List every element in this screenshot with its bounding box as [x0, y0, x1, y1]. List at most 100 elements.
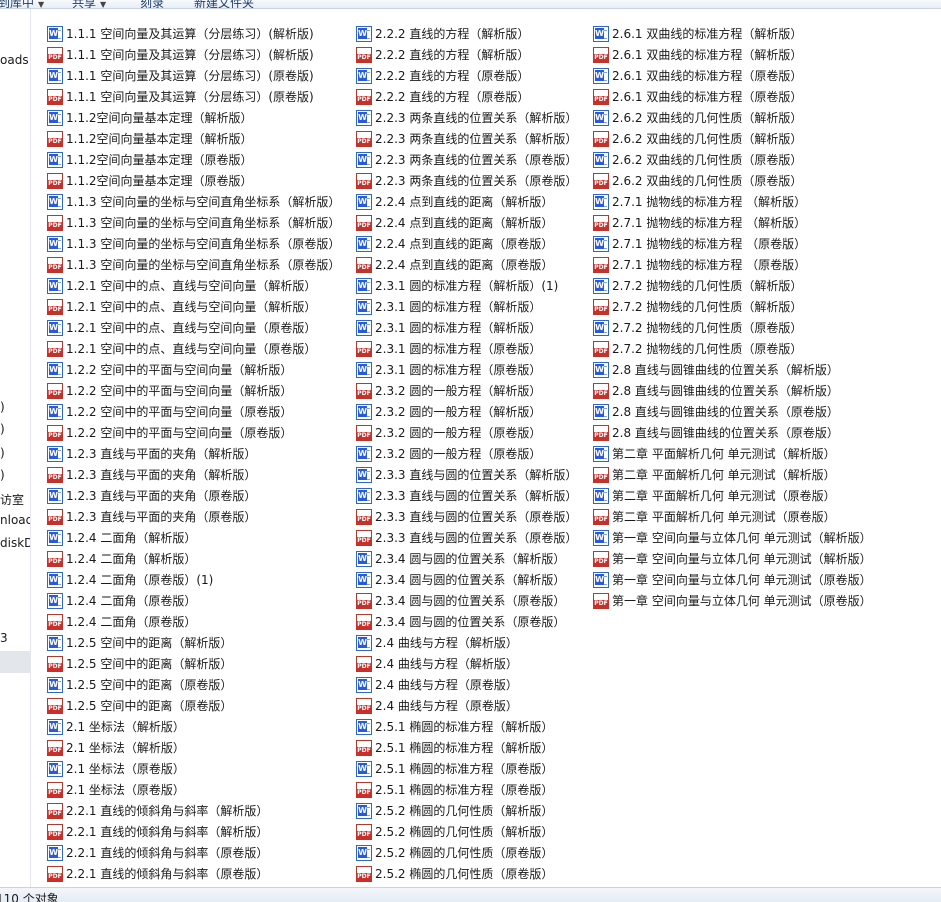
file-item[interactable]: 2.2.3 两条直线的位置关系（原卷版）	[356, 149, 577, 170]
file-item[interactable]: 1.2.4 二面角（解析版）	[47, 548, 196, 569]
file-item[interactable]: 2.3.4 圆与圆的位置关系（原卷版）	[356, 590, 565, 611]
nav-item[interactable]: )	[0, 468, 5, 482]
file-item[interactable]: 1.1.3 空间向量的坐标与空间直角坐标系（原卷版）	[47, 233, 340, 254]
file-item[interactable]: 2.3.3 直线与圆的位置关系（原卷版）	[356, 506, 577, 527]
file-item[interactable]: 2.2.3 两条直线的位置关系（原卷版）	[356, 170, 577, 191]
file-item[interactable]: 2.5.1 椭圆的标准方程（原卷版）	[356, 758, 553, 779]
toolbar-button-1[interactable]: 共享 ▼	[72, 0, 106, 8]
file-item[interactable]: 1.2.2 空间中的平面与空间向量（解析版）	[47, 359, 292, 380]
nav-item[interactable]: )	[0, 446, 5, 460]
file-item[interactable]: 2.1 坐标法（原卷版）	[47, 779, 185, 800]
nav-item[interactable]: nload	[0, 513, 30, 527]
file-item[interactable]: 2.6.2 双曲线的几何性质（原卷版）	[593, 170, 802, 191]
file-item[interactable]: 2.7.2 抛物线的几何性质（原卷版）	[593, 338, 802, 359]
file-item[interactable]: 2.5.1 椭圆的标准方程（解析版）	[356, 737, 553, 758]
file-item[interactable]: 1.1.3 空间向量的坐标与空间直角坐标系（解析版）	[47, 212, 340, 233]
file-item[interactable]: 1.2.3 直线与平面的夹角（原卷版）	[47, 485, 256, 506]
file-item[interactable]: 1.2.1 空间中的点、直线与空间向量（原卷版）	[47, 317, 316, 338]
file-item[interactable]: 1.1.2空间向量基本定理（解析版）	[47, 107, 253, 128]
file-item[interactable]: 2.5.1 椭圆的标准方程（原卷版）	[356, 779, 553, 800]
file-item[interactable]: 2.7.1 抛物线的标准方程 （解析版）	[593, 212, 806, 233]
file-item[interactable]: 2.6.1 双曲线的标准方程（原卷版）	[593, 86, 802, 107]
file-item[interactable]: 1.2.3 直线与平面的夹角（解析版）	[47, 464, 256, 485]
file-item[interactable]: 2.3.4 圆与圆的位置关系（解析版）	[356, 548, 565, 569]
toolbar-button-3[interactable]: 新建文件夹	[194, 0, 254, 8]
file-item[interactable]: 2.2.4 点到直线的距离（原卷版）	[356, 233, 553, 254]
file-item[interactable]: 2.5.1 椭圆的标准方程（解析版）	[356, 716, 553, 737]
file-item[interactable]: 1.2.3 直线与平面的夹角（解析版）	[47, 443, 256, 464]
file-item[interactable]: 1.1.2空间向量基本定理（原卷版）	[47, 149, 253, 170]
file-item[interactable]: 第二章 平面解析几何 单元测试（解析版）	[593, 443, 836, 464]
file-item[interactable]: 2.5.2 椭圆的几何性质（原卷版）	[356, 842, 553, 863]
file-item[interactable]: 2.2.1 直线的倾斜角与斜率（解析版）	[47, 821, 268, 842]
file-item[interactable]: 2.7.1 抛物线的标准方程 （解析版）	[593, 191, 806, 212]
file-item[interactable]: 1.2.1 空间中的点、直线与空间向量（原卷版）	[47, 338, 316, 359]
file-item[interactable]: 1.2.5 空间中的距离（解析版）	[47, 632, 232, 653]
file-item[interactable]: 第一章 空间向量与立体几何 单元测试（原卷版）	[593, 590, 872, 611]
file-item[interactable]: 2.7.2 抛物线的几何性质（解析版）	[593, 275, 802, 296]
file-item[interactable]: 2.6.2 双曲线的几何性质（原卷版）	[593, 149, 802, 170]
file-item[interactable]: 1.1.1 空间向量及其运算（分层练习）(原卷版)	[47, 86, 314, 107]
file-item[interactable]: 2.4 曲线与方程（原卷版）	[356, 674, 518, 695]
file-item[interactable]: 1.2.4 二面角（原卷版）(1)	[47, 569, 213, 590]
file-item[interactable]: 2.3.1 圆的标准方程（原卷版）	[356, 338, 541, 359]
file-item[interactable]: 1.2.5 空间中的距离（原卷版）	[47, 674, 232, 695]
file-item[interactable]: 1.2.1 空间中的点、直线与空间向量（解析版）	[47, 296, 316, 317]
toolbar-button-2[interactable]: 刻录	[140, 0, 164, 8]
file-item[interactable]: 1.2.4 二面角（解析版）	[47, 527, 196, 548]
nav-item[interactable]: oads	[0, 53, 29, 67]
nav-item[interactable]: 访室	[0, 491, 24, 508]
file-item[interactable]: 1.2.5 空间中的距离（解析版）	[47, 653, 232, 674]
file-item[interactable]: 2.3.2 圆的一般方程（解析版）	[356, 401, 541, 422]
file-item[interactable]: 2.6.2 双曲线的几何性质（解析版）	[593, 107, 802, 128]
file-item[interactable]: 2.3.4 圆与圆的位置关系（解析版）	[356, 569, 565, 590]
navigation-pane[interactable]: oads)))) 访室 nload diskD 3	[0, 9, 31, 887]
file-item[interactable]: 第二章 平面解析几何 单元测试（解析版）	[593, 464, 836, 485]
nav-selected-item[interactable]	[0, 651, 30, 673]
file-item[interactable]: 2.8 直线与圆锥曲线的位置关系（原卷版）	[593, 422, 839, 443]
file-item[interactable]: 第一章 空间向量与立体几何 单元测试（原卷版）	[593, 569, 872, 590]
file-item[interactable]: 2.5.2 椭圆的几何性质（解析版）	[356, 821, 553, 842]
file-item[interactable]: 2.2.3 两条直线的位置关系（解析版）	[356, 128, 577, 149]
file-item[interactable]: 2.4 曲线与方程（原卷版）	[356, 695, 518, 716]
file-item[interactable]: 2.3.1 圆的标准方程（解析版）(1)	[356, 275, 558, 296]
file-item[interactable]: 2.7.2 抛物线的几何性质（解析版）	[593, 296, 802, 317]
file-item[interactable]: 2.3.1 圆的标准方程（解析版）	[356, 317, 541, 338]
file-item[interactable]: 2.6.1 双曲线的标准方程（解析版）	[593, 44, 802, 65]
file-item[interactable]: 1.2.4 二面角（原卷版）	[47, 611, 196, 632]
file-item[interactable]: 1.2.2 空间中的平面与空间向量（原卷版）	[47, 422, 292, 443]
file-item[interactable]: 第一章 空间向量与立体几何 单元测试（解析版）	[593, 548, 872, 569]
file-item[interactable]: 1.1.3 空间向量的坐标与空间直角坐标系（解析版）	[47, 191, 340, 212]
file-item[interactable]: 2.3.2 圆的一般方程（原卷版）	[356, 422, 541, 443]
file-item[interactable]: 2.3.2 圆的一般方程（原卷版）	[356, 443, 541, 464]
file-item[interactable]: 2.2.4 点到直线的距离（解析版）	[356, 212, 553, 233]
nav-item[interactable]: )	[0, 400, 5, 414]
file-item[interactable]: 2.3.1 圆的标准方程（解析版）	[356, 296, 541, 317]
file-item[interactable]: 2.3.3 直线与圆的位置关系（解析版）	[356, 464, 577, 485]
file-item[interactable]: 2.2.3 两条直线的位置关系（解析版）	[356, 107, 577, 128]
file-item[interactable]: 2.7.1 抛物线的标准方程 （原卷版）	[593, 233, 806, 254]
file-item[interactable]: 2.3.3 直线与圆的位置关系（解析版）	[356, 485, 577, 506]
file-item[interactable]: 2.2.4 点到直线的距离（解析版）	[356, 191, 553, 212]
file-item[interactable]: 2.3.3 直线与圆的位置关系（原卷版）	[356, 527, 577, 548]
file-item[interactable]: 第二章 平面解析几何 单元测试（原卷版）	[593, 485, 836, 506]
file-item[interactable]: 2.8 直线与圆锥曲线的位置关系（解析版）	[593, 380, 839, 401]
file-item[interactable]: 第二章 平面解析几何 单元测试（原卷版）	[593, 506, 836, 527]
file-item[interactable]: 第一章 空间向量与立体几何 单元测试（解析版）	[593, 527, 872, 548]
file-item[interactable]: 1.1.1 空间向量及其运算（分层练习）(原卷版)	[47, 65, 314, 86]
file-item[interactable]: 2.6.1 双曲线的标准方程（解析版）	[593, 23, 802, 44]
file-item[interactable]: 2.5.2 椭圆的几何性质（原卷版）	[356, 863, 553, 884]
file-item[interactable]: 2.8 直线与圆锥曲线的位置关系（解析版）	[593, 359, 839, 380]
file-item[interactable]: 2.5.2 椭圆的几何性质（解析版）	[356, 800, 553, 821]
file-item[interactable]: 2.2.1 直线的倾斜角与斜率（原卷版）	[47, 863, 268, 884]
file-item[interactable]: 2.6.2 双曲线的几何性质（解析版）	[593, 128, 802, 149]
file-item[interactable]: 2.4 曲线与方程（解析版）	[356, 632, 518, 653]
file-item[interactable]: 2.7.2 抛物线的几何性质（原卷版）	[593, 317, 802, 338]
file-item[interactable]: 1.1.1 空间向量及其运算（分层练习）(解析版)	[47, 44, 314, 65]
file-item[interactable]: 1.2.2 空间中的平面与空间向量（原卷版）	[47, 401, 292, 422]
file-item[interactable]: 1.2.3 直线与平面的夹角（原卷版）	[47, 506, 256, 527]
file-item[interactable]: 1.1.3 空间向量的坐标与空间直角坐标系（原卷版）	[47, 254, 340, 275]
file-item[interactable]: 2.3.2 圆的一般方程（解析版）	[356, 380, 541, 401]
file-item[interactable]: 1.1.1 空间向量及其运算（分层练习）(解析版)	[47, 23, 314, 44]
file-item[interactable]: 1.2.4 二面角（原卷版）	[47, 590, 196, 611]
